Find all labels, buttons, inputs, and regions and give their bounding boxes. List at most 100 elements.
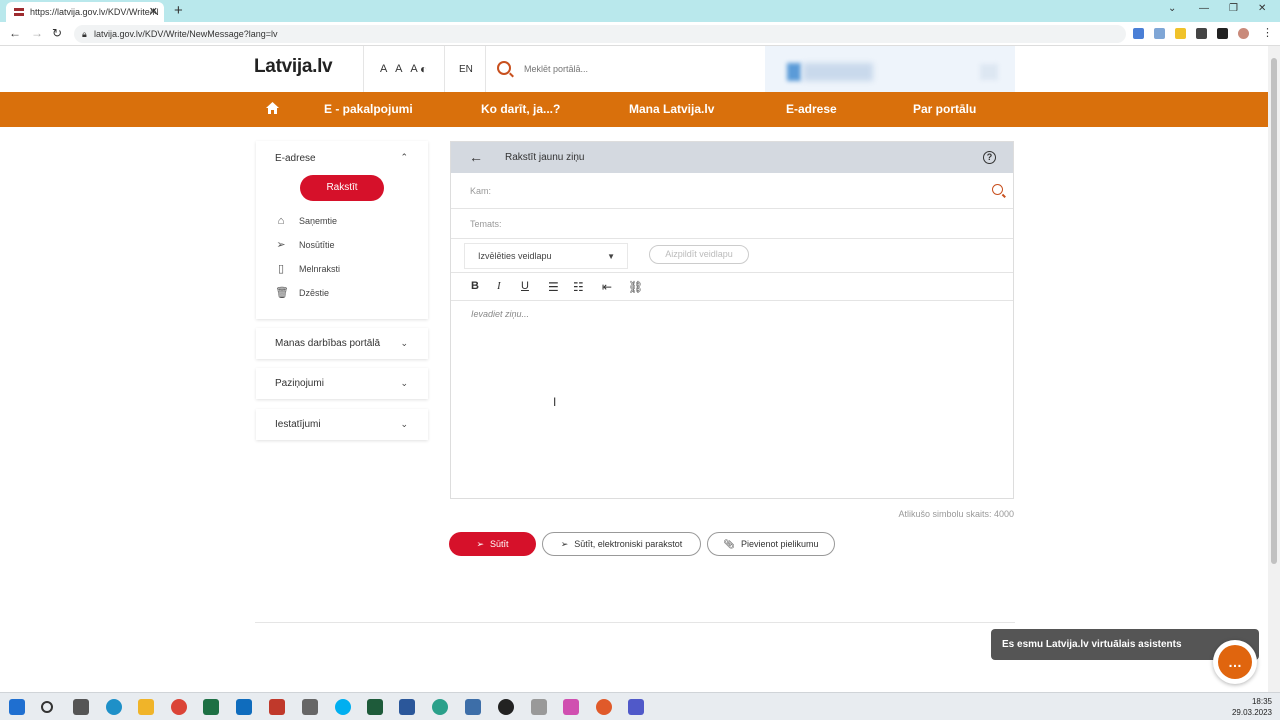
link-icon[interactable]: ⛓︎ xyxy=(628,280,643,294)
send-button[interactable]: ➢ Sūtīt xyxy=(449,532,536,556)
outlook-icon[interactable] xyxy=(236,699,252,715)
to-field[interactable]: Kam: xyxy=(451,173,1013,209)
search-icon[interactable] xyxy=(497,61,511,75)
browser-tab[interactable]: https://latvija.gov.lv/KDV/Write/N ✕ xyxy=(6,2,164,22)
reload-icon[interactable]: ↻ xyxy=(52,26,62,40)
folder-label: Saņemtie xyxy=(299,216,338,226)
divider xyxy=(485,46,486,92)
page-scrollbar[interactable] xyxy=(1268,46,1280,692)
italic-icon[interactable]: I xyxy=(497,280,501,292)
main-navigation: E - pakalpojumi Ko darīt, ja...? Mana La… xyxy=(0,92,1268,127)
user-name-blurred xyxy=(803,63,873,81)
font-size-control[interactable]: A A A xyxy=(380,63,421,75)
file-explorer-icon[interactable] xyxy=(138,699,154,715)
contrast-icon[interactable]: ◐ xyxy=(420,62,427,76)
forward-icon[interactable]: → xyxy=(31,26,43,40)
section-notifications[interactable]: Paziņojumi ⌄ xyxy=(256,368,428,399)
e-address-heading[interactable]: E-adrese xyxy=(275,153,316,164)
template-select[interactable]: Izvēlēties veidlapu ▼ xyxy=(464,243,628,269)
portal-search-input[interactable] xyxy=(524,62,754,76)
text-cursor-icon: I xyxy=(553,395,557,409)
chevron-down-icon: ▼ xyxy=(607,252,615,261)
bold-icon[interactable]: B xyxy=(471,280,479,292)
attach-button[interactable]: 📎︎ Pievienot pielikumu xyxy=(707,532,835,556)
app-icon[interactable] xyxy=(432,699,448,715)
language-switch[interactable]: EN xyxy=(459,64,473,75)
subject-field[interactable]: Temats: xyxy=(451,209,1013,239)
chrome-icon[interactable] xyxy=(171,699,187,715)
excel-icon[interactable] xyxy=(203,699,219,715)
assistant-chat-icon[interactable]: … xyxy=(1213,640,1257,684)
task-view-icon[interactable] xyxy=(73,699,89,715)
write-button[interactable]: Rakstīt xyxy=(300,175,384,201)
app-icon[interactable] xyxy=(465,699,481,715)
folder-drafts[interactable]: ▯ Melnraksti xyxy=(275,263,340,275)
translate-extension-icon[interactable] xyxy=(1133,28,1144,39)
inbox-icon: ⌂ xyxy=(277,215,285,227)
back-icon[interactable]: ← xyxy=(9,26,21,40)
browser-tab-bar: https://latvija.gov.lv/KDV/Write/N ✕ + ⌄… xyxy=(0,0,1280,22)
calculator-icon[interactable] xyxy=(302,699,318,715)
snipping-icon[interactable] xyxy=(531,699,547,715)
indent-icon[interactable]: ⇤ xyxy=(602,280,612,294)
app-icon[interactable] xyxy=(367,699,383,715)
minimize-icon[interactable]: — xyxy=(1199,3,1209,14)
new-tab-icon[interactable]: + xyxy=(174,2,183,19)
teams-icon[interactable] xyxy=(628,699,644,715)
tab-search-icon[interactable]: ⌄ xyxy=(1168,3,1176,14)
nav-about-portal[interactable]: Par portālu xyxy=(913,102,976,116)
scroll-thumb[interactable] xyxy=(1271,58,1277,564)
help-icon[interactable]: ? xyxy=(983,151,996,164)
edge-icon[interactable] xyxy=(106,699,122,715)
sidebar-icon[interactable] xyxy=(1217,28,1228,39)
nav-what-to-do[interactable]: Ko darīt, ja...? xyxy=(481,102,560,116)
browser-menu-icon[interactable]: ⋮ xyxy=(1262,26,1273,39)
fill-template-button[interactable]: Aizpildīt veidlapu xyxy=(649,245,749,264)
paperclip-icon: 📎︎ xyxy=(723,538,735,549)
profile-avatar[interactable] xyxy=(1238,28,1249,39)
underline-icon[interactable]: U xyxy=(521,280,529,292)
close-tab-icon[interactable]: ✕ xyxy=(149,5,158,18)
app-icon[interactable] xyxy=(498,699,514,715)
send-icon: ➢ xyxy=(276,239,286,251)
back-arrow-icon[interactable]: ← xyxy=(469,149,483,165)
message-editor-placeholder[interactable]: Ievadiet ziņu... xyxy=(471,309,529,319)
close-window-icon[interactable]: ✕ xyxy=(1258,3,1266,14)
folder-deleted[interactable]: 🗑︎ Dzēstie xyxy=(275,287,329,299)
sign-and-send-button[interactable]: ➢ Sūtīt, elektroniski parakstot xyxy=(542,532,701,556)
app-icon[interactable] xyxy=(596,699,612,715)
mail-extension-icon[interactable] xyxy=(1154,28,1165,39)
trash-icon: 🗑︎ xyxy=(275,287,289,299)
search-icon[interactable] xyxy=(41,701,53,713)
folder-inbox[interactable]: ⌂ Saņemtie xyxy=(275,215,337,227)
word-icon[interactable] xyxy=(399,699,415,715)
search-icon[interactable] xyxy=(992,184,1003,195)
user-profile-box[interactable] xyxy=(765,46,1015,92)
section-settings[interactable]: Iestatījumi ⌄ xyxy=(256,409,428,440)
folder-label: Dzēstie xyxy=(299,288,330,298)
skype-icon[interactable] xyxy=(335,699,351,715)
divider xyxy=(444,46,445,92)
section-title: Paziņojumi xyxy=(275,378,324,389)
note-extension-icon[interactable] xyxy=(1175,28,1186,39)
restore-icon[interactable]: ❐ xyxy=(1229,3,1238,14)
folder-sent[interactable]: ➢ Nosūtītie xyxy=(275,239,334,251)
start-icon[interactable] xyxy=(9,699,25,715)
section-my-activities[interactable]: Manas darbības portālā ⌄ xyxy=(256,328,428,359)
bullet-list-icon[interactable]: ☰ xyxy=(548,280,559,294)
sign-send-label: Sūtīt, elektroniski parakstot xyxy=(574,539,683,549)
chevron-up-icon[interactable]: ⌃ xyxy=(400,152,408,163)
system-clock[interactable]: 18:35 29.03.2023 xyxy=(1232,696,1272,718)
nav-e-address[interactable]: E-adrese xyxy=(786,102,837,116)
nav-e-services[interactable]: E - pakalpojumi xyxy=(324,102,413,116)
numbered-list-icon[interactable]: ☷ xyxy=(573,280,584,294)
template-row: Izvēlēties veidlapu ▼ Aizpildīt veidlapu xyxy=(451,239,1013,273)
site-logo[interactable]: Latvija.lv xyxy=(254,56,333,78)
address-bar[interactable]: 🔒︎ latvija.gov.lv/KDV/Write/NewMessage?l… xyxy=(74,25,1126,43)
nav-my-latvija[interactable]: Mana Latvija.lv xyxy=(629,102,714,116)
app-icon[interactable] xyxy=(269,699,285,715)
app-icon[interactable] xyxy=(563,699,579,715)
extensions-puzzle-icon[interactable] xyxy=(1196,28,1207,39)
compose-title: Rakstīt jaunu ziņu xyxy=(505,152,585,163)
home-icon[interactable] xyxy=(266,102,279,114)
